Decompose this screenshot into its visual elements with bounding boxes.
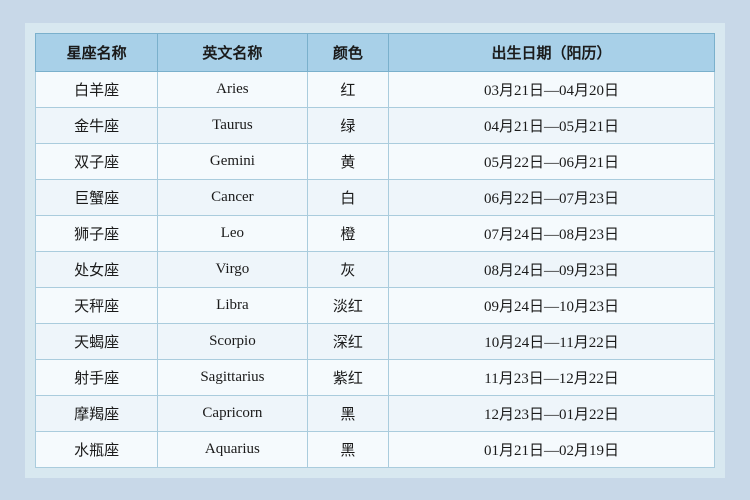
- cell-color: 黑: [307, 431, 388, 467]
- cell-chinese: 金牛座: [36, 107, 158, 143]
- table-row: 白羊座Aries红03月21日—04月20日: [36, 71, 715, 107]
- cell-date: 05月22日—06月21日: [389, 143, 715, 179]
- cell-chinese: 巨蟹座: [36, 179, 158, 215]
- cell-color: 淡红: [307, 287, 388, 323]
- table-header-row: 星座名称 英文名称 颜色 出生日期（阳历）: [36, 33, 715, 71]
- cell-date: 08月24日—09月23日: [389, 251, 715, 287]
- cell-english: Libra: [158, 287, 307, 323]
- table-row: 双子座Gemini黄05月22日—06月21日: [36, 143, 715, 179]
- cell-english: Virgo: [158, 251, 307, 287]
- table-row: 处女座Virgo灰08月24日—09月23日: [36, 251, 715, 287]
- cell-color: 黑: [307, 395, 388, 431]
- cell-color: 灰: [307, 251, 388, 287]
- header-date: 出生日期（阳历）: [389, 33, 715, 71]
- zodiac-table: 星座名称 英文名称 颜色 出生日期（阳历） 白羊座Aries红03月21日—04…: [35, 33, 715, 468]
- table-row: 水瓶座Aquarius黑01月21日—02月19日: [36, 431, 715, 467]
- cell-english: Taurus: [158, 107, 307, 143]
- cell-date: 04月21日—05月21日: [389, 107, 715, 143]
- cell-color: 红: [307, 71, 388, 107]
- table-row: 金牛座Taurus绿04月21日—05月21日: [36, 107, 715, 143]
- table-row: 天秤座Libra淡红09月24日—10月23日: [36, 287, 715, 323]
- cell-date: 03月21日—04月20日: [389, 71, 715, 107]
- cell-date: 07月24日—08月23日: [389, 215, 715, 251]
- cell-chinese: 摩羯座: [36, 395, 158, 431]
- header-color: 颜色: [307, 33, 388, 71]
- header-chinese: 星座名称: [36, 33, 158, 71]
- cell-date: 11月23日—12月22日: [389, 359, 715, 395]
- cell-english: Sagittarius: [158, 359, 307, 395]
- cell-chinese: 双子座: [36, 143, 158, 179]
- cell-date: 01月21日—02月19日: [389, 431, 715, 467]
- cell-color: 橙: [307, 215, 388, 251]
- cell-english: Aries: [158, 71, 307, 107]
- cell-chinese: 水瓶座: [36, 431, 158, 467]
- cell-english: Cancer: [158, 179, 307, 215]
- cell-date: 12月23日—01月22日: [389, 395, 715, 431]
- table-row: 天蝎座Scorpio深红10月24日—11月22日: [36, 323, 715, 359]
- cell-chinese: 白羊座: [36, 71, 158, 107]
- table-row: 摩羯座Capricorn黑12月23日—01月22日: [36, 395, 715, 431]
- cell-chinese: 天秤座: [36, 287, 158, 323]
- cell-english: Aquarius: [158, 431, 307, 467]
- table-row: 狮子座Leo橙07月24日—08月23日: [36, 215, 715, 251]
- cell-english: Scorpio: [158, 323, 307, 359]
- table-row: 射手座Sagittarius紫红11月23日—12月22日: [36, 359, 715, 395]
- cell-english: Capricorn: [158, 395, 307, 431]
- cell-chinese: 处女座: [36, 251, 158, 287]
- cell-date: 09月24日—10月23日: [389, 287, 715, 323]
- cell-chinese: 天蝎座: [36, 323, 158, 359]
- cell-date: 10月24日—11月22日: [389, 323, 715, 359]
- table-row: 巨蟹座Cancer白06月22日—07月23日: [36, 179, 715, 215]
- header-english: 英文名称: [158, 33, 307, 71]
- cell-english: Leo: [158, 215, 307, 251]
- cell-chinese: 射手座: [36, 359, 158, 395]
- zodiac-table-container: 星座名称 英文名称 颜色 出生日期（阳历） 白羊座Aries红03月21日—04…: [25, 23, 725, 478]
- cell-chinese: 狮子座: [36, 215, 158, 251]
- cell-date: 06月22日—07月23日: [389, 179, 715, 215]
- cell-color: 绿: [307, 107, 388, 143]
- cell-color: 白: [307, 179, 388, 215]
- cell-color: 黄: [307, 143, 388, 179]
- cell-english: Gemini: [158, 143, 307, 179]
- cell-color: 深红: [307, 323, 388, 359]
- cell-color: 紫红: [307, 359, 388, 395]
